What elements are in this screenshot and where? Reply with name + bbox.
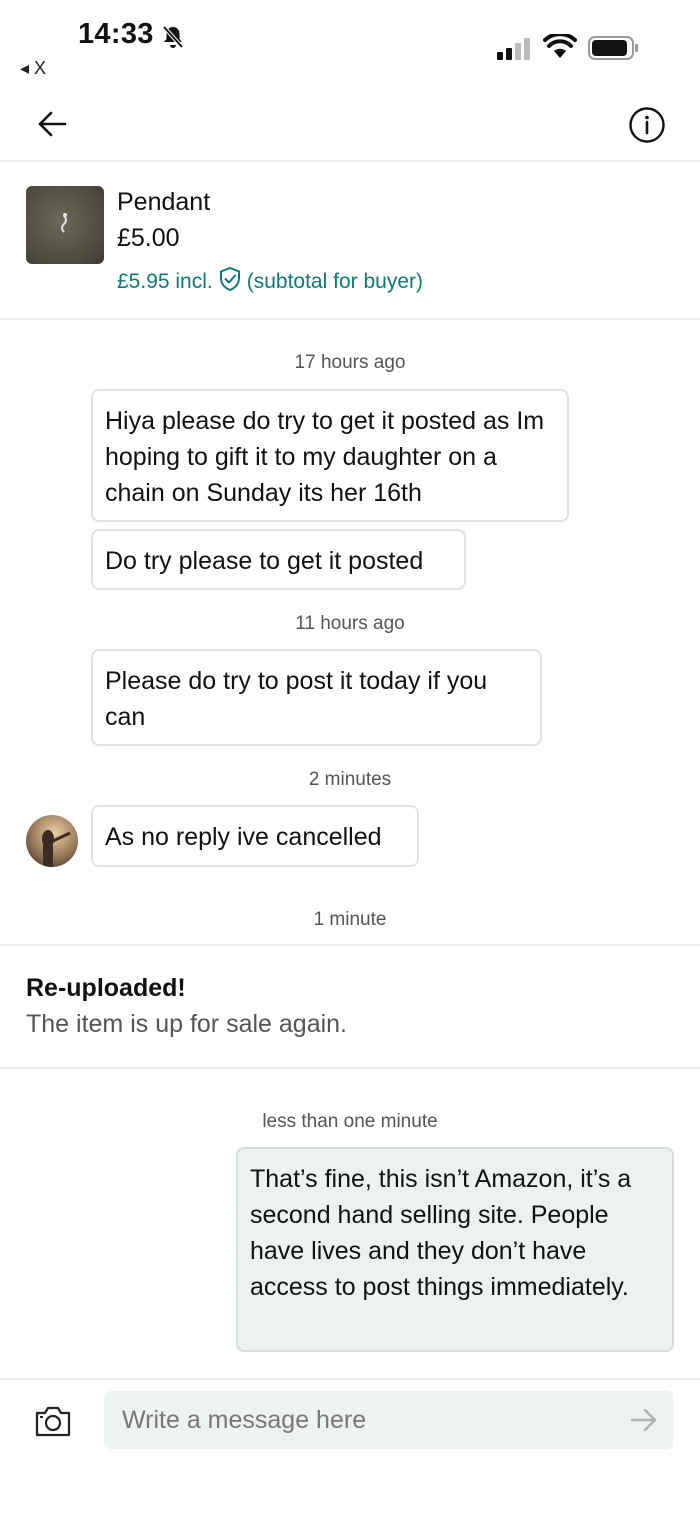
shield-check-icon (217, 266, 243, 298)
cellular-signal-icon (497, 38, 533, 65)
message-bubble-sent: That’s fine, this isn’t Amazon, it’s a s… (236, 1147, 674, 1352)
timestamp: 17 hours ago (294, 352, 406, 373)
header-divider (0, 160, 700, 162)
camera-icon[interactable] (34, 1404, 72, 1443)
item-divider (0, 318, 700, 320)
message-bubble-received: As no reply ive cancelled (91, 805, 419, 867)
incl-price: £5.95 incl. (117, 270, 213, 293)
system-divider-top (0, 944, 700, 946)
back-to-app-link[interactable]: ◂ X (20, 58, 46, 79)
sender-avatar[interactable] (26, 815, 78, 867)
wifi-icon (543, 32, 577, 65)
message-input[interactable] (104, 1391, 673, 1449)
reupload-title: Re-uploaded! (26, 974, 186, 1002)
info-button[interactable] (628, 106, 666, 144)
timestamp: 11 hours ago (295, 613, 405, 634)
message-bubble-received: Do try please to get it posted (91, 529, 466, 590)
item-name[interactable]: Pendant (117, 188, 210, 217)
conversation-title (278, 108, 446, 158)
message-bubble-received: Hiya please do try to get it posted as I… (91, 389, 569, 522)
send-arrow-button[interactable] (630, 1406, 658, 1439)
incl-note: (subtotal for buyer) (246, 270, 423, 293)
reupload-text: The item is up for sale again. (26, 1010, 347, 1038)
timestamp: less than one minute (262, 1111, 438, 1132)
back-arrow-button[interactable] (36, 108, 68, 140)
status-time: 14:33 (78, 18, 154, 50)
item-thumbnail[interactable] (26, 186, 104, 264)
bell-muted-icon (160, 24, 186, 55)
system-divider-bottom (0, 1067, 700, 1069)
message-bubble-received: Please do try to post it today if you ca… (91, 649, 542, 746)
timestamp: 2 minutes (308, 769, 392, 790)
composer-divider (0, 1378, 700, 1380)
buyer-protection-price[interactable]: £5.95 incl. (subtotal for buyer) (117, 266, 423, 298)
item-price: £5.00 (117, 224, 180, 252)
timestamp: 1 minute (313, 909, 387, 930)
battery-icon (588, 36, 640, 65)
